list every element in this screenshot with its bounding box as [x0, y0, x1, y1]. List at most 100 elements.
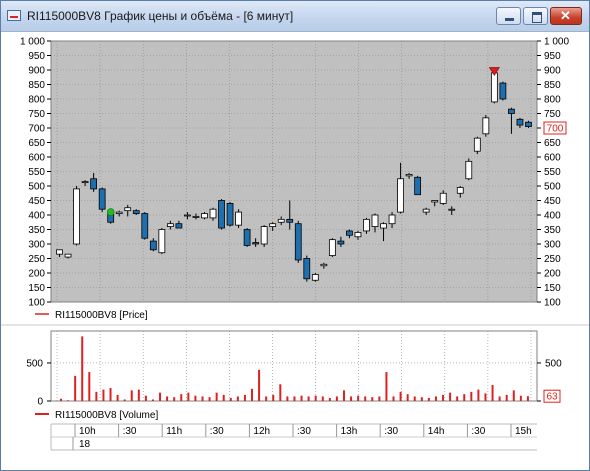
price-y-tick-label: 250	[544, 254, 561, 265]
price-y-tick-label: 950	[28, 51, 45, 62]
price-candle	[422, 208, 430, 213]
price-candle	[508, 108, 515, 114]
price-candle	[141, 213, 149, 239]
price-y-axis-left: 1 000 950 900 850 800 750 700 650 600 550 500 450 40…	[20, 37, 51, 309]
price-y-tick-label: 150	[544, 283, 561, 294]
maximize-button[interactable]	[523, 7, 548, 25]
min-price-marker-icon	[106, 208, 115, 216]
price-y-tick-label: 1 000	[544, 37, 569, 48]
price-y-tick-label: 250	[28, 254, 45, 265]
time-label: 13h	[341, 426, 358, 437]
volume-y-tick-label: 0	[37, 397, 43, 408]
price-candle	[371, 214, 379, 228]
price-y-tick-label: 650	[28, 138, 45, 149]
last-price-value: 700	[547, 124, 564, 135]
price-candle	[448, 208, 456, 211]
volume-plot-area[interactable]	[50, 330, 538, 402]
price-y-tick-label: 700	[28, 124, 45, 135]
price-candle	[132, 210, 140, 214]
price-y-tick-label: 600	[544, 153, 561, 164]
time-label: 14h	[428, 426, 445, 437]
last-price-label: 700	[543, 121, 567, 135]
price-candle	[243, 229, 251, 246]
close-button[interactable]: ✕	[550, 7, 582, 25]
title-bar[interactable]: RI115000BV8 График цены и объёма - [6 ми…	[1, 1, 589, 32]
price-candle	[456, 187, 464, 194]
price-candle	[175, 223, 183, 229]
price-candle	[124, 207, 132, 212]
price-candle	[490, 72, 498, 103]
price-y-tick-label: 800	[544, 95, 561, 106]
time-label: :30	[210, 426, 224, 437]
time-axis[interactable]: 10h:30 11h:30 12h:30 13h:30 14h:30 15h 18	[50, 423, 537, 451]
price-y-tick-label: 950	[544, 51, 561, 62]
price-candle	[465, 160, 473, 180]
volume-legend[interactable]: RI115000BV8 [Volume]	[55, 410, 158, 421]
price-candle	[346, 230, 353, 236]
price-candle	[320, 263, 328, 267]
price-y-tick-label: 100	[28, 298, 45, 309]
price-y-axis-right: 1 000 950 900 850 800 750 700 650 600 550 500 450 40…	[537, 37, 569, 309]
price-y-tick-label: 800	[28, 95, 45, 106]
time-label: :30	[297, 426, 311, 437]
price-y-tick-label: 900	[544, 66, 561, 77]
volume-y-axis-left: 500 0	[26, 358, 51, 408]
price-y-tick-label: 450	[28, 196, 45, 207]
last-volume-value: 63	[546, 392, 558, 403]
price-candle	[439, 192, 447, 204]
price-candle	[90, 178, 98, 190]
time-label: 12h	[253, 426, 270, 437]
price-y-tick-label: 400	[544, 211, 561, 222]
price-candle	[337, 240, 345, 245]
time-label: 11h	[166, 426, 182, 437]
price-candle	[226, 202, 234, 226]
price-candle	[98, 188, 106, 210]
price-candle	[218, 200, 225, 229]
price-candle	[56, 249, 63, 255]
chart-area[interactable]: 1 000 950 900 850 800 750 700 650 600 550 500 450 40…	[1, 32, 589, 469]
price-y-tick-label: 1 000	[20, 37, 45, 48]
price-y-tick-label: 100	[544, 298, 561, 309]
price-y-tick-label: 500	[28, 182, 45, 193]
price-y-tick-label: 600	[28, 153, 45, 164]
time-label: :30	[471, 426, 485, 437]
price-candle	[209, 208, 217, 219]
price-candle	[354, 231, 362, 238]
price-candle	[286, 218, 294, 223]
price-candle	[405, 173, 413, 177]
price-candle	[525, 121, 532, 127]
app-chart-icon[interactable]	[7, 10, 21, 21]
price-candle	[64, 253, 72, 258]
price-candle	[397, 178, 404, 213]
price-candle	[115, 211, 123, 214]
price-y-tick-label: 750	[28, 109, 45, 120]
price-candle	[388, 214, 396, 225]
price-candle	[414, 176, 422, 196]
price-candle	[311, 274, 319, 281]
price-candle	[81, 181, 89, 184]
price-candle	[149, 240, 157, 251]
price-y-tick-label: 550	[28, 167, 45, 178]
price-candle	[260, 226, 268, 245]
minimize-button[interactable]	[496, 7, 521, 25]
time-label: :30	[123, 426, 137, 437]
time-labels: 10h:30 11h:30 12h:30 13h:30 14h:30 15h	[74, 424, 532, 437]
time-label: 10h	[79, 426, 96, 437]
window-title: RI115000BV8 График цены и объёма - [6 ми…	[27, 9, 294, 23]
price-candle	[303, 258, 311, 280]
price-legend[interactable]: RI115000BV8 [Price]	[55, 310, 148, 321]
chart-window: RI115000BV8 График цены и объёма - [6 ми…	[0, 0, 590, 471]
price-y-tick-label: 850	[28, 80, 45, 91]
price-y-tick-label: 550	[544, 167, 561, 178]
price-y-tick-label: 900	[28, 66, 45, 77]
volume-y-tick-label: 500	[26, 358, 43, 369]
price-y-tick-label: 450	[544, 196, 561, 207]
price-candle	[166, 223, 174, 227]
price-candle	[235, 211, 242, 226]
price-y-tick-label: 300	[544, 240, 561, 251]
price-candle	[482, 117, 490, 135]
price-candle	[277, 218, 285, 223]
price-y-tick-label: 350	[544, 225, 561, 236]
price-y-tick-label: 850	[544, 80, 561, 91]
volume-y-tick-label: 500	[545, 358, 562, 369]
